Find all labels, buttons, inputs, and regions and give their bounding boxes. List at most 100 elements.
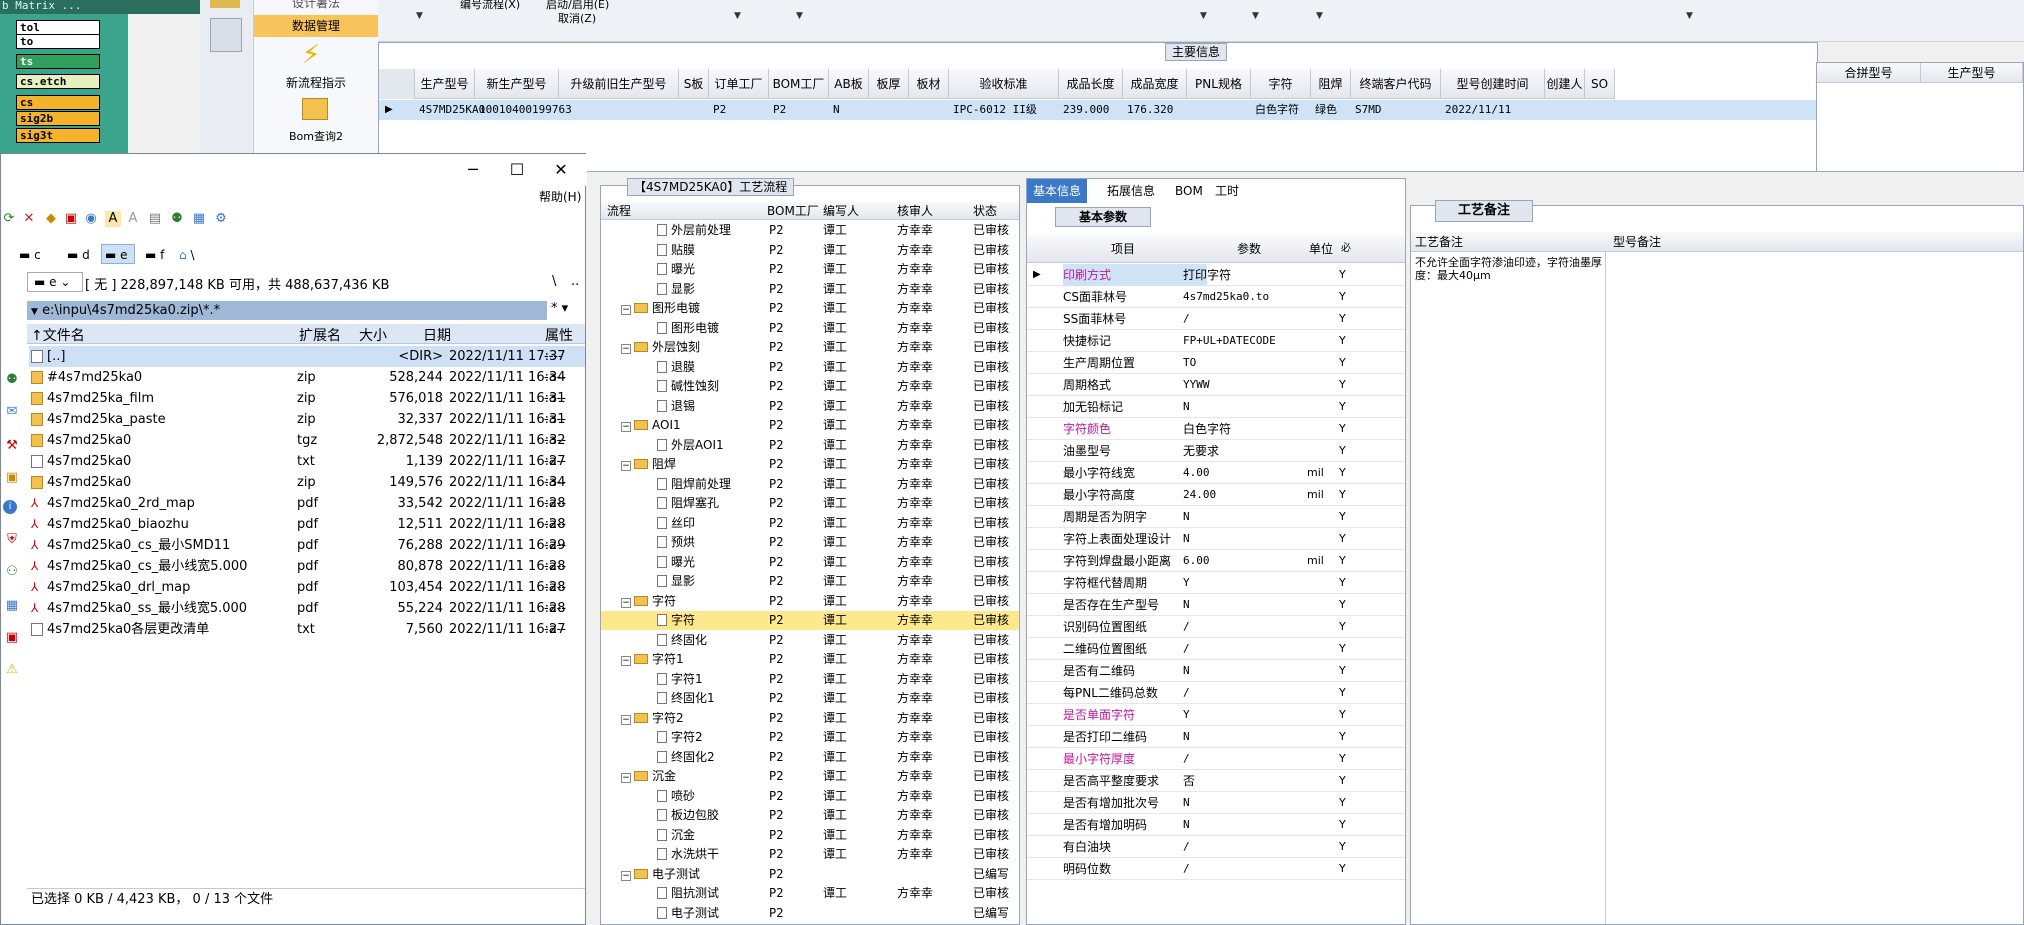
- merge-col-header[interactable]: 合拼型号: [1817, 63, 1921, 83]
- col-craft-note[interactable]: 工艺备注: [1415, 232, 1463, 252]
- col-reviewer[interactable]: 核审人: [897, 202, 933, 220]
- chevron-down-icon[interactable]: ▼: [1686, 11, 1693, 21]
- process-step[interactable]: 沉金 P2 谭工 方幸幸 已审核: [601, 826, 1019, 845]
- delete-icon[interactable]: ✕: [21, 211, 37, 227]
- process-step[interactable]: 字符1 P2 谭工 方幸幸 已审核: [601, 670, 1019, 689]
- process-step[interactable]: 电子测试 P2 已编写: [601, 904, 1019, 923]
- param-row[interactable]: 是否有二维码 N Y: [1027, 660, 1405, 682]
- col-flow[interactable]: 流程: [607, 202, 631, 220]
- process-step[interactable]: 阻抗测试 P2 谭工 方幸幸 已审核: [601, 884, 1019, 903]
- settings-icon[interactable]: ⚙: [213, 211, 229, 227]
- cell[interactable]: 10010400199763: [475, 100, 572, 120]
- collapse-icon[interactable]: −: [621, 344, 631, 354]
- param-row[interactable]: 加无铅标记 N Y: [1027, 396, 1405, 418]
- param-value[interactable]: N: [1183, 594, 1307, 616]
- pack-icon[interactable]: ◆: [43, 211, 59, 227]
- file-row[interactable]: #4s7md25ka0 zip 528,244 2022/11/11 16:34 -a-…: [29, 367, 585, 388]
- cell[interactable]: [1187, 100, 1251, 120]
- cell[interactable]: P2: [709, 100, 769, 120]
- col-writer[interactable]: 编写人: [823, 202, 859, 220]
- nav-item-design[interactable]: 设计暑法: [254, 0, 378, 11]
- param-row[interactable]: 最小字符高度 24.00 mil Y: [1027, 484, 1405, 506]
- file-row[interactable]: ⅄ 4s7md25ka0_cs_最小SMD11 pdf 76,288 2022/11/1…: [29, 535, 585, 556]
- file-row[interactable]: 4s7md25ka0 zip 149,576 2022/11/11 16:34 -a--: [29, 472, 585, 493]
- font-icon[interactable]: A: [105, 211, 121, 227]
- param-row[interactable]: 周期是否为阴字 N Y: [1027, 506, 1405, 528]
- user-icon[interactable]: ⚉: [3, 372, 21, 390]
- param-value[interactable]: N: [1183, 506, 1307, 528]
- pdf-icon[interactable]: ▣: [63, 211, 79, 227]
- param-value[interactable]: N: [1183, 726, 1307, 748]
- process-step[interactable]: 显影 P2 谭工 方幸幸 已审核: [601, 572, 1019, 591]
- param-value[interactable]: 否: [1183, 770, 1307, 792]
- process-step[interactable]: 字符 P2 谭工 方幸幸 已审核: [601, 611, 1019, 630]
- chevron-down-icon[interactable]: ▼: [734, 11, 741, 21]
- archive-icon[interactable]: ▣: [3, 470, 21, 488]
- mail-icon[interactable]: ✉: [3, 404, 21, 422]
- process-step[interactable]: 板边包胶 P2 谭工 方幸幸 已审核: [601, 806, 1019, 825]
- param-row[interactable]: 是否单面字符 Y Y: [1027, 704, 1405, 726]
- collapse-icon[interactable]: −: [621, 422, 631, 432]
- col-header[interactable]: 成品宽度: [1123, 69, 1187, 99]
- collapse-icon[interactable]: −: [621, 714, 631, 725]
- param-row[interactable]: 字符上表面处理设计 N Y: [1027, 528, 1405, 550]
- sort-size-header[interactable]: 大小: [359, 325, 387, 345]
- param-row[interactable]: 是否高平整度要求否 Y: [1027, 770, 1405, 792]
- drive-c[interactable]: ▬ c: [19, 246, 41, 264]
- nav-item-bom-query[interactable]: Bom查询2: [254, 128, 378, 144]
- parent-button[interactable]: ..: [571, 274, 579, 289]
- process-step[interactable]: 终固化2 P2 谭工 方幸幸 已审核: [601, 748, 1019, 767]
- col-header[interactable]: PNL规格: [1187, 69, 1251, 99]
- param-row[interactable]: 每PNL二维码总数 / Y: [1027, 682, 1405, 704]
- process-group[interactable]: − 字符2 P2 谭工 方幸幸 已审核: [601, 709, 1019, 728]
- window-titlebar[interactable]: ─ ☐ ✕: [1, 154, 587, 186]
- cell[interactable]: [1545, 100, 1585, 120]
- param-value[interactable]: 4.00: [1183, 462, 1307, 484]
- cell[interactable]: N: [829, 100, 869, 120]
- col-header[interactable]: 生产型号: [415, 69, 475, 99]
- tab-bom[interactable]: BOM: [1169, 179, 1209, 203]
- col-header[interactable]: 板厚: [869, 69, 909, 99]
- collapse-icon[interactable]: −: [621, 656, 631, 666]
- col-item[interactable]: 项目: [1111, 235, 1135, 263]
- process-group[interactable]: − 阻焊 P2 谭工 方幸幸 已审核: [601, 455, 1019, 474]
- col-bom[interactable]: BOM工厂: [767, 202, 819, 220]
- param-value[interactable]: /: [1183, 308, 1307, 330]
- process-step[interactable]: 阻焊前处理 P2 谭工 方幸幸 已审核: [601, 475, 1019, 494]
- path-bar[interactable]: ▼ e:\inpu\4s7md25ka0.zip\*.*: [27, 301, 547, 320]
- col-header[interactable]: 型号创建时间: [1441, 69, 1545, 99]
- chevron-down-icon[interactable]: ▼: [1252, 11, 1259, 21]
- process-step[interactable]: 外层AOI1 P2 谭工 方幸幸 已审核: [601, 436, 1019, 455]
- collapse-icon[interactable]: −: [621, 773, 631, 783]
- param-row[interactable]: 二维码位置图纸 / Y: [1027, 638, 1405, 660]
- process-group[interactable]: − 沉金 P2 谭工 方幸幸 已审核: [601, 767, 1019, 786]
- shield-icon[interactable]: ⛨: [3, 532, 21, 550]
- param-value[interactable]: /: [1183, 858, 1307, 880]
- param-row[interactable]: 明码位数 / Y: [1027, 858, 1405, 880]
- param-row[interactable]: 是否有增加批次号 N Y: [1027, 792, 1405, 814]
- col-header[interactable]: S板: [679, 69, 709, 99]
- sort-name-header[interactable]: ↑文件名: [31, 325, 85, 345]
- info-icon[interactable]: i: [3, 500, 17, 514]
- document-icon[interactable]: ▤: [147, 211, 163, 227]
- param-row[interactable]: ▶ 印刷方式 打印字符 Y: [1027, 264, 1405, 286]
- cell[interactable]: IPC-6012 II级: [949, 100, 1059, 120]
- grid-corner[interactable]: [379, 69, 415, 99]
- col-header[interactable]: 板材: [909, 69, 949, 99]
- process-step[interactable]: 丝印 P2 谭工 方幸幸 已审核: [601, 514, 1019, 533]
- sort-ext-header[interactable]: 扩展名: [299, 325, 341, 345]
- param-value[interactable]: Y: [1183, 704, 1307, 726]
- param-row[interactable]: SS面菲林号 / Y: [1027, 308, 1405, 330]
- tab-basic-info[interactable]: 基本信息: [1027, 179, 1088, 203]
- param-row[interactable]: 字符到焊盘最小距离 6.00 mil Y: [1027, 550, 1405, 572]
- param-row[interactable]: 是否存在生产型号 N Y: [1027, 594, 1405, 616]
- process-step[interactable]: 碱性蚀刻 P2 谭工 方幸幸 已审核: [601, 377, 1019, 396]
- calendar-icon[interactable]: [210, 18, 242, 52]
- chevron-down-icon[interactable]: ▼: [416, 11, 423, 21]
- param-row[interactable]: 字符颜色 白色字符 Y: [1027, 418, 1405, 440]
- param-value[interactable]: /: [1183, 836, 1307, 858]
- file-row[interactable]: 4s7md25ka0各层更改清单 txt 7,560 2022/11/11 16:27…: [29, 619, 585, 640]
- drive-network[interactable]: ⌂ \: [179, 246, 195, 264]
- file-row[interactable]: ⅄ 4s7md25ka0_drl_map pdf 103,454 2022/11/11 …: [29, 577, 585, 598]
- nav-item-new-flow[interactable]: 新流程指示: [254, 74, 378, 91]
